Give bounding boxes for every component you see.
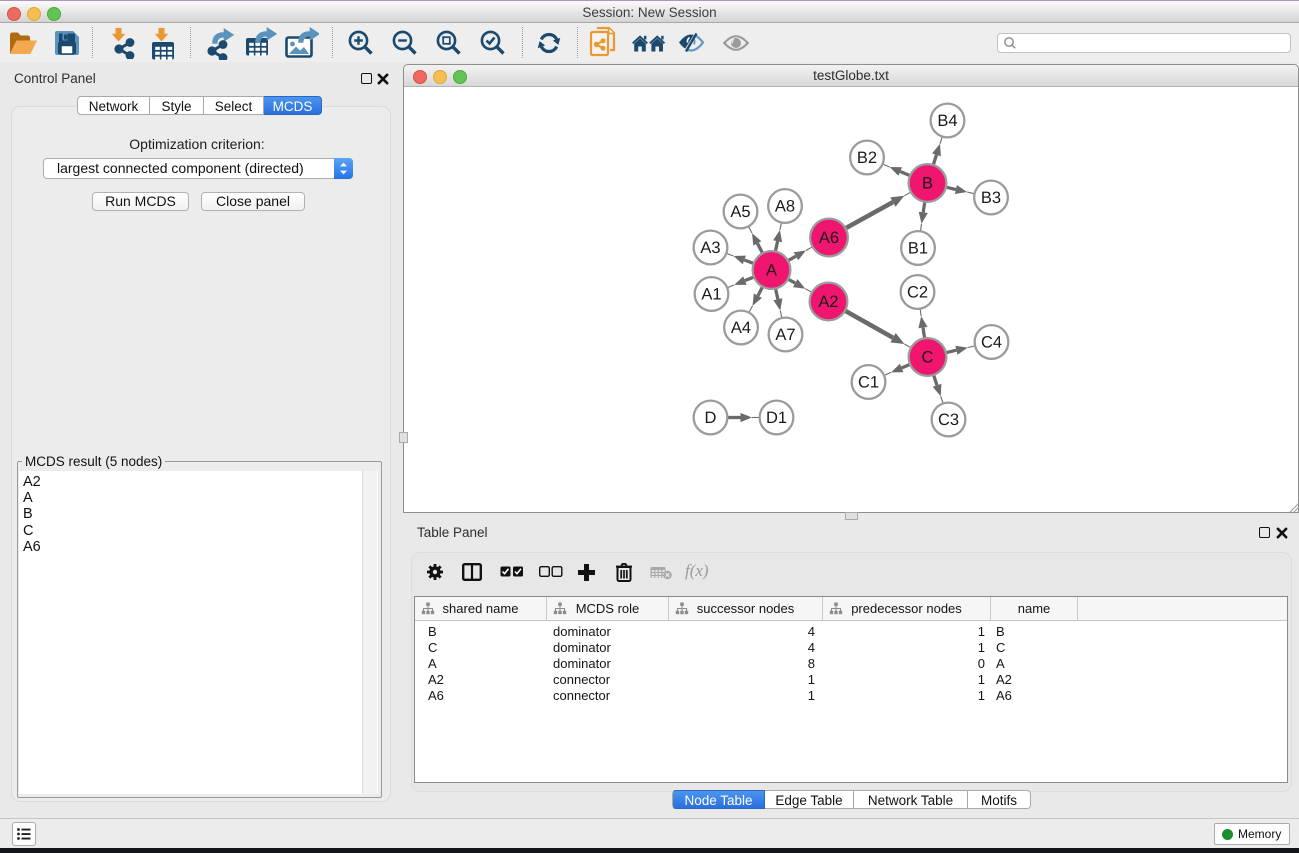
svg-text:B3: B3 — [981, 189, 1001, 207]
svg-text:B: B — [922, 174, 933, 192]
svg-text:C1: C1 — [858, 373, 879, 391]
svg-text:C2: C2 — [907, 283, 928, 301]
svg-text:B1: B1 — [908, 239, 928, 257]
svg-text:A1: A1 — [701, 285, 721, 303]
svg-text:C: C — [922, 348, 934, 366]
svg-text:A6: A6 — [819, 229, 839, 247]
svg-text:A2: A2 — [818, 293, 838, 311]
svg-text:A5: A5 — [730, 203, 750, 221]
svg-text:C4: C4 — [981, 333, 1002, 351]
svg-text:B2: B2 — [857, 149, 877, 167]
svg-text:D: D — [705, 409, 717, 427]
svg-text:A7: A7 — [775, 326, 795, 344]
svg-text:A3: A3 — [700, 239, 720, 257]
svg-text:A: A — [766, 261, 777, 279]
svg-text:B4: B4 — [937, 112, 957, 130]
svg-text:A4: A4 — [731, 319, 751, 337]
svg-text:A8: A8 — [775, 197, 795, 215]
svg-text:C3: C3 — [938, 411, 959, 429]
svg-text:D1: D1 — [766, 409, 787, 427]
